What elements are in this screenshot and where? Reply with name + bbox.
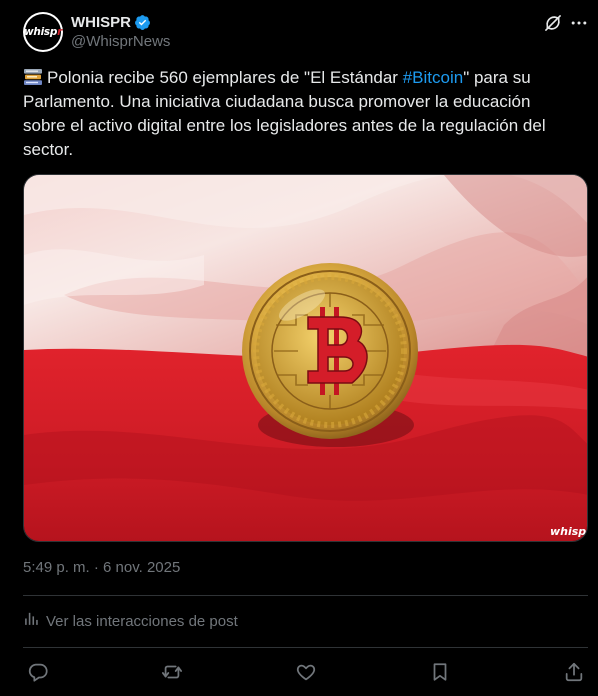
divider: [23, 595, 588, 596]
media-watermark: whispr: [550, 525, 588, 538]
action-bar: [23, 658, 588, 686]
books-icon: [23, 68, 43, 86]
reply-icon: [28, 663, 48, 682]
avatar-logo-accent: r: [57, 26, 62, 38]
author-display-name[interactable]: WHISPR: [71, 14, 131, 31]
analytics-label[interactable]: Ver las interacciones de post: [46, 613, 238, 630]
share-button[interactable]: [560, 658, 588, 686]
like-button[interactable]: [292, 658, 320, 686]
more-icon[interactable]: [568, 13, 590, 33]
divider: [23, 647, 588, 648]
repost-button[interactable]: [158, 658, 186, 686]
share-icon: [565, 662, 583, 682]
author-name-row[interactable]: WHISPR: [71, 12, 151, 32]
post-text: Polonia recibe 560 ejemplares de "El Est…: [23, 66, 575, 162]
verified-badge-icon: [134, 14, 151, 31]
bookmark-icon: [433, 663, 447, 681]
grok-icon[interactable]: [543, 13, 563, 33]
flag-bitcoin-illustration: whispr: [24, 175, 588, 541]
post-image[interactable]: whispr: [23, 174, 588, 542]
post-text-part-1: Polonia recibe 560 ejemplares de "El Est…: [47, 68, 403, 87]
post: whispr WHISPR @WhisprNews Polonia recibe…: [0, 0, 598, 696]
like-icon: [296, 664, 316, 681]
hashtag-link[interactable]: #Bitcoin: [403, 68, 463, 87]
author-handle[interactable]: @WhisprNews: [71, 33, 170, 50]
avatar-logo: whispr: [24, 14, 62, 50]
reply-button[interactable]: [24, 658, 52, 686]
avatar-logo-text: whisp: [24, 26, 58, 38]
view-analytics-link[interactable]: Ver las interacciones de post: [23, 611, 238, 631]
avatar[interactable]: whispr: [23, 12, 63, 52]
post-timestamp[interactable]: 5:49 p. m. · 6 nov. 2025: [23, 559, 180, 576]
analytics-icon: [23, 610, 40, 632]
bookmark-button[interactable]: [426, 658, 454, 686]
repost-icon: [161, 665, 183, 679]
